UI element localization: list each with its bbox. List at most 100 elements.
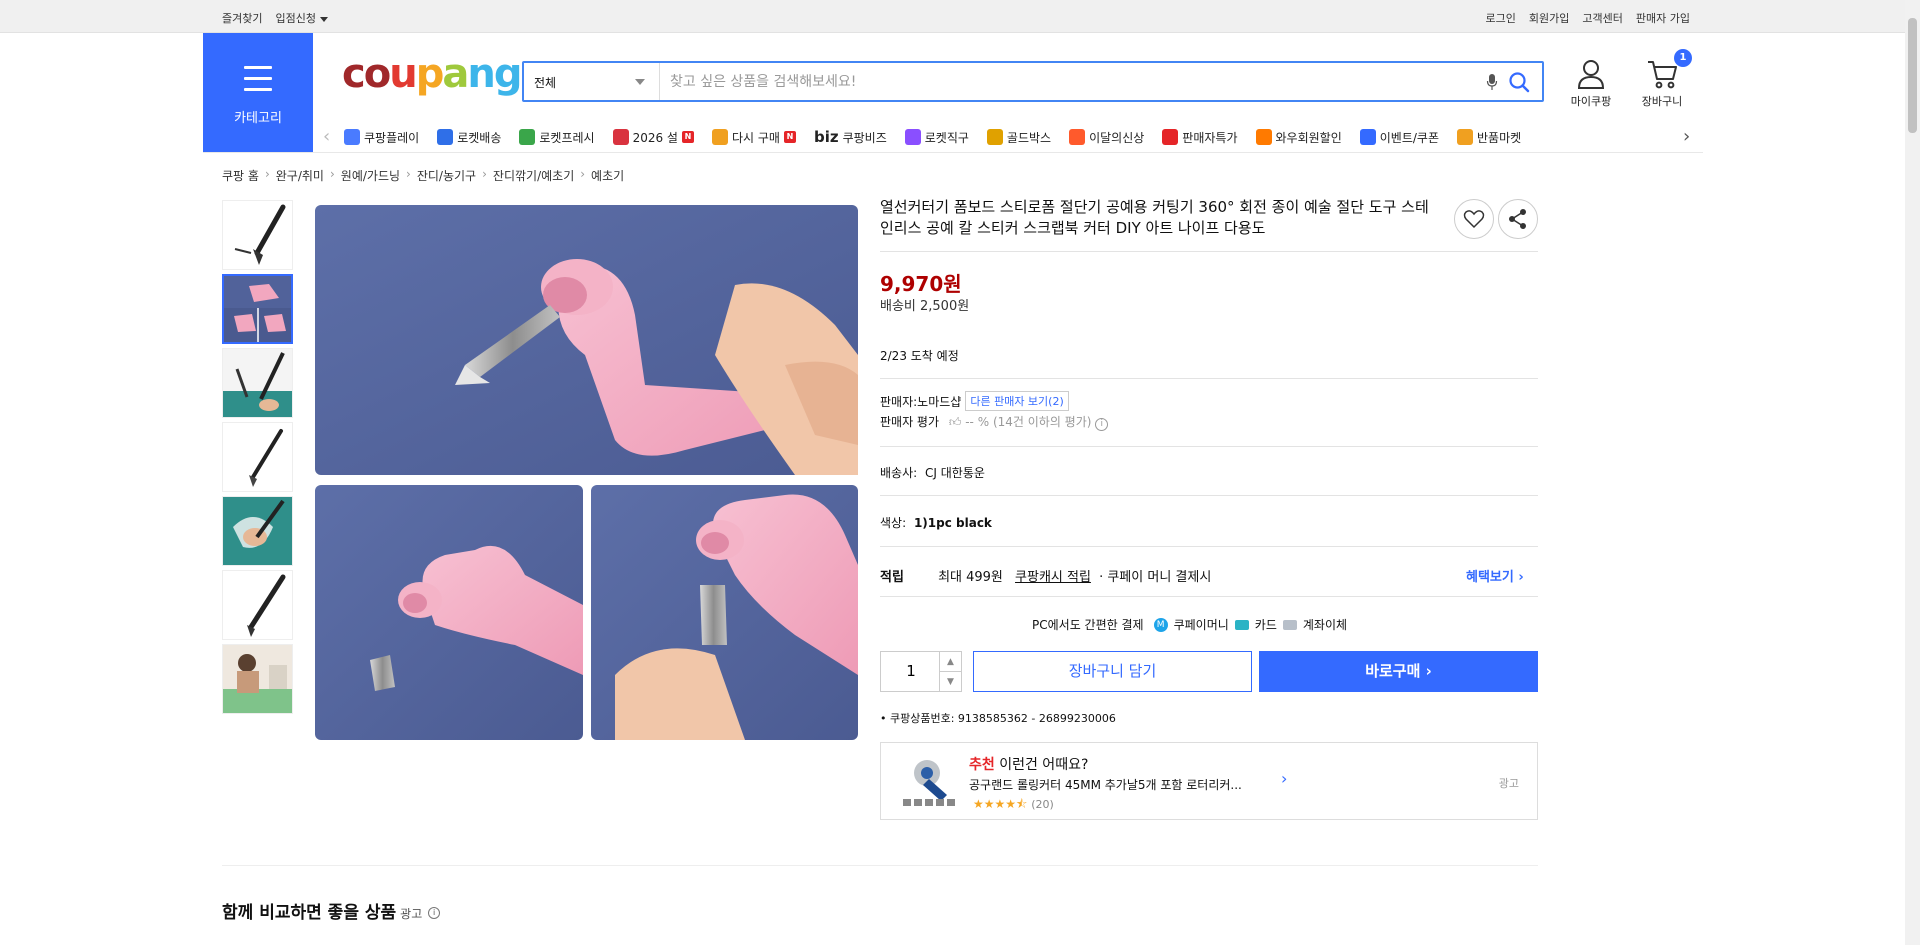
nav-item-biz[interactable]: biz 쿠팡비즈 — [814, 128, 887, 146]
recommend-heading-text: 이런건 어때요? — [999, 757, 1089, 773]
nav-item-wow[interactable]: 와우회원할인 — [1255, 128, 1342, 146]
nav-item-new[interactable]: 이달의신상 — [1069, 128, 1144, 146]
buy-now-button[interactable]: 바로구매 › — [1259, 651, 1538, 692]
nav-item-global-rocket[interactable]: 로켓직구 — [904, 128, 969, 146]
benefit-link[interactable]: 혜택보기 › — [1466, 566, 1524, 585]
nav-item-goldbox[interactable]: 골드박스 — [986, 128, 1051, 146]
breadcrumb-item[interactable]: 쿠팡 홈 — [222, 167, 259, 184]
nav-prev-icon[interactable]: ‹ — [323, 126, 330, 147]
seller-apply-label: 입점신청 — [275, 12, 316, 25]
breadcrumb-item[interactable]: 완구/취미 — [276, 167, 324, 184]
goldbox-icon — [986, 129, 1003, 145]
wow-icon — [1255, 129, 1272, 145]
quantity-up-icon[interactable]: ▲ — [939, 652, 961, 672]
coupang-cash-link[interactable]: 쿠팡캐시 적립 — [1015, 570, 1091, 585]
product-id-text: 쿠팡상품번호: 9138585362 - 26899230006 — [890, 712, 1116, 725]
thumbnail-5[interactable] — [222, 496, 293, 566]
nav-item-label: 로켓프레시 — [539, 130, 595, 145]
wishlist-button[interactable] — [1454, 199, 1494, 239]
pc-pay-label: PC에서도 간편한 결제 — [1032, 618, 1144, 632]
nav-item-rocket[interactable]: 로켓배송 — [437, 128, 501, 146]
new-badge: N — [783, 131, 796, 143]
compare-title-text: 함께 비교하면 좋을 상품 — [222, 903, 397, 923]
thumbnail-1[interactable] — [222, 200, 293, 270]
recommendation-heading: 추천 이런건 어때요? — [969, 754, 1088, 774]
rocket-icon — [437, 129, 454, 145]
seller-info: 판매자: 노마드샵 다른 판매자 보기(2) — [880, 391, 1069, 411]
signup-link[interactable]: 회원가입 — [1529, 10, 1569, 26]
rating-value: -- % — [965, 415, 990, 429]
coupon-icon — [1359, 129, 1376, 145]
main-product-image[interactable] — [315, 205, 858, 740]
nav-item-gift[interactable]: 2026 설N — [612, 128, 694, 146]
chevron-right-icon: › — [1518, 570, 1524, 585]
share-button[interactable] — [1498, 199, 1538, 239]
nav-item-label: 판매자특가 — [1182, 130, 1238, 145]
breadcrumb-item[interactable]: 잔디깎기/예초기 — [493, 167, 574, 184]
rating-label: 판매자 평가 — [880, 415, 940, 429]
thumbnail-image — [223, 571, 292, 639]
section-divider — [222, 865, 1538, 866]
nav-item-market[interactable]: 반품마켓 — [1457, 128, 1521, 146]
info-icon[interactable]: i — [1095, 418, 1109, 431]
recommendation-name: 공구랜드 롤링커터 45MM 추가날5개 포함 로터리커... — [969, 778, 1242, 792]
seller-rating: 판매자 평가 👍︎ -- % (14건 이하의 평가) i — [880, 413, 1109, 431]
nav-item-fresh-rocket[interactable]: 로켓프레시 — [519, 128, 595, 146]
nav-item-label: 이달의신상 — [1089, 130, 1145, 145]
user-icon — [1577, 60, 1605, 89]
thumbnail-4[interactable] — [222, 422, 293, 492]
coupay-icon: M — [1153, 617, 1168, 632]
thumbnail-image — [223, 201, 292, 269]
breadcrumb-item[interactable]: 잔디/농기구 — [417, 167, 476, 184]
search-icon[interactable] — [1508, 71, 1530, 93]
microphone-icon[interactable] — [1486, 73, 1498, 91]
thumbnail-3[interactable] — [222, 348, 293, 418]
nav-item-home[interactable]: 다시 구매 N — [711, 128, 796, 146]
nav-item-label: 와우회원할인 — [1275, 130, 1342, 145]
cart-label: 장바구니 — [1641, 95, 1683, 108]
thumbnail-2[interactable] — [222, 274, 293, 344]
search-category-select[interactable]: 전체 — [524, 63, 660, 100]
cart-icon — [1648, 61, 1677, 89]
breadcrumb-separator-icon: › — [580, 167, 586, 181]
vertical-scrollbar[interactable] — [1905, 0, 1920, 945]
top-utility-bar: 즐겨찾기 입점신청 로그인 회원가입 고객센터 판매자 가입 — [0, 0, 1905, 33]
bookmark-link[interactable]: 즐겨찾기 — [222, 10, 262, 26]
nav-item-play[interactable]: 쿠팡플레이 — [344, 128, 419, 146]
shipping-fee: 배송비 2,500원 — [880, 299, 970, 314]
chevron-right-icon[interactable]: › — [1281, 769, 1287, 788]
breadcrumb-item[interactable]: 예초기 — [591, 167, 624, 184]
seller-signup-link[interactable]: 판매자 가입 — [1636, 10, 1690, 26]
coupang-logo[interactable]: coupang — [342, 54, 522, 94]
category-button[interactable]: 카테고리 — [203, 33, 313, 152]
category-nav: ‹ 쿠팡플레이 로켓배송 로켓프레시 2026 설 N 다시 구매 N biz 쿠팡비즈 로켓직구… — [313, 122, 1703, 152]
breadcrumb: 쿠팡 홈 › 완구/취미 › 원예/가드닝 › 잔디/농기구 › 잔디깎기/예초기 › 예초기 — [222, 167, 624, 184]
nav-item-label: 이벤트/쿠폰 — [1379, 130, 1439, 145]
nav-item-discount[interactable]: 판매자특가 — [1162, 128, 1238, 146]
seller-apply-link[interactable]: 입점신청 — [275, 10, 328, 26]
thumbnail-6[interactable] — [222, 570, 293, 640]
points-info: 적립 최대 499원 쿠팡캐시 적립 · 쿠페이 머니 결제시 — [880, 566, 1211, 585]
thumbnail-7[interactable] — [222, 644, 293, 714]
quantity-input[interactable] — [891, 662, 931, 680]
cart-count-badge: 1 — [1674, 49, 1692, 67]
add-to-cart-button[interactable]: 장바구니 담기 — [973, 651, 1252, 692]
quantity-down-icon[interactable]: ▼ — [939, 672, 961, 692]
customer-center-link[interactable]: 고객센터 — [1582, 10, 1622, 26]
heart-icon — [1463, 210, 1485, 229]
scrollbar-thumb[interactable] — [1908, 18, 1917, 133]
nav-next-icon[interactable]: › — [1683, 126, 1690, 147]
mycoupang-button[interactable]: 마이쿠팡 — [1567, 58, 1615, 109]
search-input[interactable] — [670, 71, 1470, 93]
breadcrumb-item[interactable]: 원예/가드닝 — [341, 167, 400, 184]
header-divider — [203, 152, 1703, 153]
recommendation-box[interactable]: 추천 이런건 어때요? 공구랜드 롤링커터 45MM 추가날5개 포함 로터리커… — [880, 742, 1538, 820]
nav-item-coupon[interactable]: 이벤트/쿠폰 — [1359, 128, 1439, 146]
info-icon[interactable]: i — [428, 907, 441, 919]
star-rating: ★★★★⯪ (20) — [973, 795, 1054, 816]
login-link[interactable]: 로그인 — [1486, 10, 1516, 26]
breadcrumb-separator-icon: › — [482, 167, 487, 181]
color-option[interactable]: 색상: 1)1pc black — [880, 514, 992, 531]
thumbnail-image — [224, 276, 291, 342]
other-sellers-link[interactable]: 다른 판매자 보기(2) — [965, 391, 1069, 411]
